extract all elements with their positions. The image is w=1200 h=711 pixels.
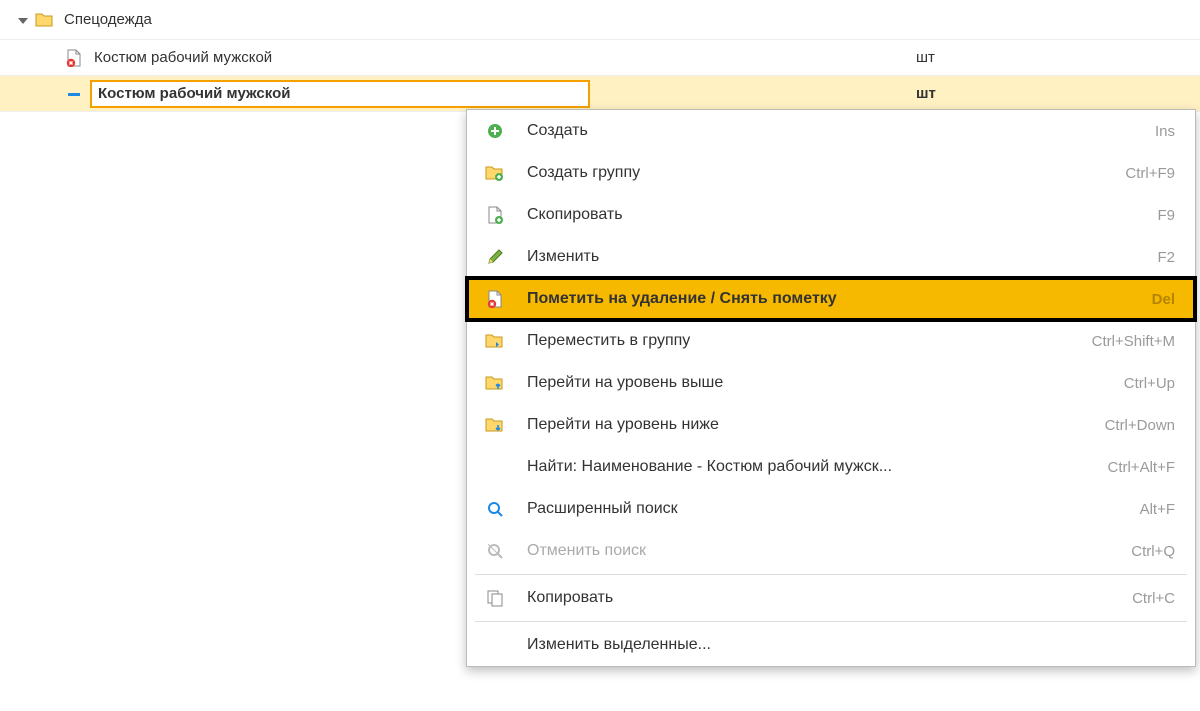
ctx-separator	[475, 574, 1187, 575]
group-label: Спецодежда	[64, 11, 152, 28]
ctx-separator	[475, 621, 1187, 622]
search-x-icon	[481, 542, 509, 560]
item-unit: шт	[896, 85, 1196, 102]
tree-item-row-selected[interactable]: Костюм рабочий мужской шт	[0, 76, 1200, 112]
ctx-copy-create[interactable]: Скопировать F9	[467, 194, 1195, 236]
ctx-mark-delete[interactable]: Пометить на удаление / Снять пометку Del	[467, 278, 1195, 320]
ctx-level-down[interactable]: Перейти на уровень ниже Ctrl+Down	[467, 404, 1195, 446]
doc-x-icon	[481, 290, 509, 308]
item-marked-delete-icon	[64, 49, 86, 67]
folder-arrow-icon	[481, 332, 509, 350]
ctx-advanced-search[interactable]: Расширенный поиск Alt+F	[467, 488, 1195, 530]
ctx-copy[interactable]: Копировать Ctrl+C	[467, 577, 1195, 619]
item-name: Костюм рабочий мужской	[94, 49, 272, 66]
ctx-move-to-group[interactable]: Переместить в группу Ctrl+Shift+M	[467, 320, 1195, 362]
ctx-create[interactable]: Создать Ins	[467, 110, 1195, 152]
folder-plus-icon	[481, 164, 509, 182]
plus-circle-icon	[481, 122, 509, 140]
blank-icon	[481, 636, 509, 654]
tree-group-row[interactable]: Спецодежда	[0, 0, 1200, 40]
blank-icon	[481, 458, 509, 476]
ctx-level-up[interactable]: Перейти на уровень выше Ctrl+Up	[467, 362, 1195, 404]
expand-icon[interactable]	[16, 14, 28, 26]
ctx-cancel-search: Отменить поиск Ctrl+Q	[467, 530, 1195, 572]
tree-item-row[interactable]: Костюм рабочий мужской шт	[0, 40, 1200, 76]
ctx-create-group[interactable]: Создать группу Ctrl+F9	[467, 152, 1195, 194]
folder-up-icon	[481, 374, 509, 392]
item-unit: шт	[896, 49, 1196, 66]
copy-icon	[481, 589, 509, 607]
doc-plus-icon	[481, 206, 509, 224]
search-icon	[481, 500, 509, 518]
ctx-edit-selected[interactable]: Изменить выделенные...	[467, 624, 1195, 666]
ctx-find[interactable]: Найти: Наименование - Костюм рабочий муж…	[467, 446, 1195, 488]
item-name-edit[interactable]: Костюм рабочий мужской	[90, 80, 590, 108]
folder-down-icon	[481, 416, 509, 434]
folder-icon	[34, 11, 56, 29]
pencil-icon	[481, 248, 509, 266]
tree-view: Спецодежда Костюм рабочий мужской шт Кос…	[0, 0, 1200, 112]
context-menu: Создать Ins Создать группу Ctrl+F9 Скопи…	[466, 109, 1196, 667]
ctx-edit[interactable]: Изменить F2	[467, 236, 1195, 278]
item-icon	[64, 85, 86, 103]
